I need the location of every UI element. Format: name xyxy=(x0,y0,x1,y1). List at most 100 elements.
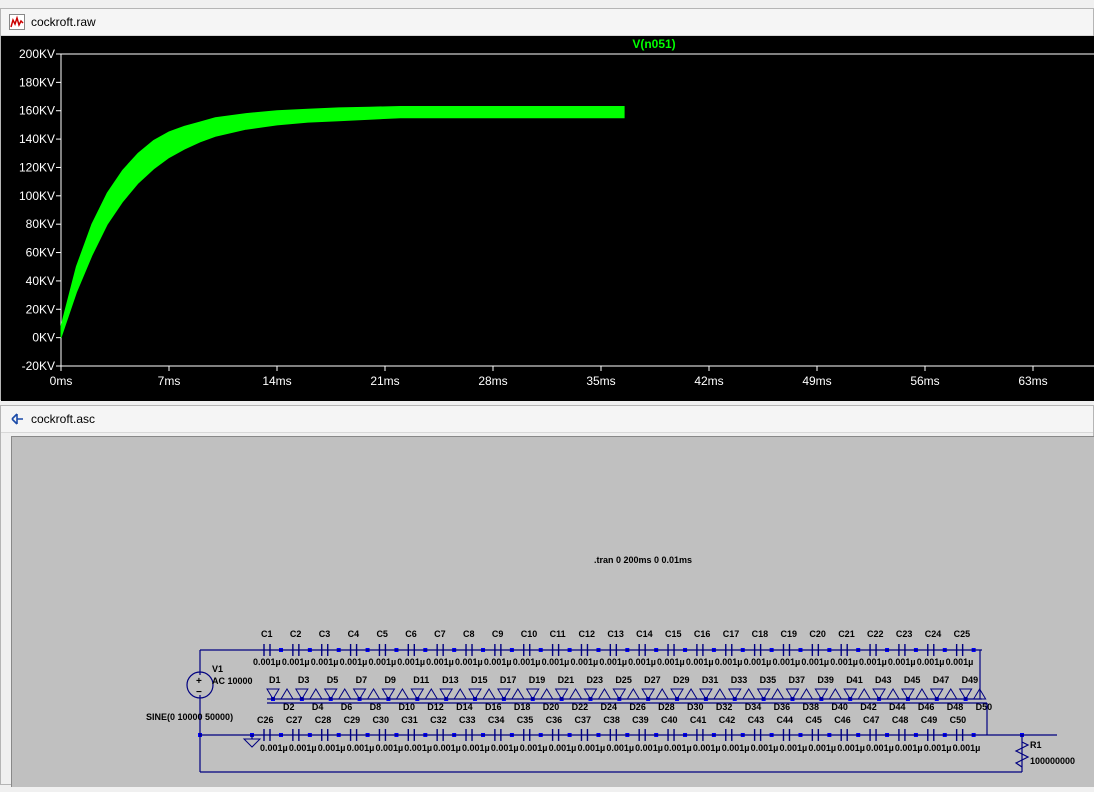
capacitor-bottom-value: 0.001µ xyxy=(375,743,403,753)
schematic-window-titlebar[interactable]: cockroft.asc xyxy=(1,406,1093,433)
capacitor-bottom-label: C49 xyxy=(921,715,938,725)
y-tick-label: 0KV xyxy=(32,331,55,345)
schematic-window-title: cockroft.asc xyxy=(31,412,96,426)
diode-down-48[interactable] xyxy=(943,688,958,700)
diode-down-22[interactable] xyxy=(568,688,583,700)
ground-symbol[interactable] xyxy=(242,738,262,748)
diode-down-24[interactable] xyxy=(597,688,612,700)
capacitor-top-value: 0.001µ xyxy=(311,657,339,667)
diode-down-2[interactable] xyxy=(280,688,294,700)
schematic-drawing[interactable]: D50D490.001µC500.001µC25D48D470.001µC490… xyxy=(12,437,1094,787)
diode-odd-label: D1 xyxy=(269,675,281,685)
capacitor-top-label: C6 xyxy=(405,629,417,639)
capacitor-top-value: 0.001µ xyxy=(917,657,945,667)
diode-down-16[interactable] xyxy=(482,688,496,700)
diode-down-8[interactable] xyxy=(366,688,381,700)
schematic-window[interactable]: cockroft.asc D50 D49 0.001µ C50 0.001µ C25 D48… xyxy=(0,405,1094,787)
capacitor-top-label: C2 xyxy=(290,629,302,639)
series-v-n051-band[interactable] xyxy=(60,106,625,338)
capacitor-top-label: C5 xyxy=(376,629,388,639)
capacitor-top-label: C12 xyxy=(578,629,595,639)
waveform-plot-area[interactable]: 200KV 180KV 160KV 140KV 120KV 100KV 80KV 60KV 40… xyxy=(1,36,1094,401)
capacitor-bottom-label: C34 xyxy=(488,715,505,725)
capacitor-top-label: C3 xyxy=(319,629,331,639)
capacitor-bottom-label: C48 xyxy=(892,715,909,725)
y-tick-label: 160KV xyxy=(19,104,55,118)
capacitor-bottom-label: C47 xyxy=(863,715,880,725)
capacitor-top-value: 0.001µ xyxy=(888,657,916,667)
capacitor-top-value: 0.001µ xyxy=(455,657,483,667)
diode-down-12[interactable] xyxy=(424,688,439,700)
diode-down-32[interactable] xyxy=(713,688,727,700)
capacitor-top-label: C24 xyxy=(925,629,942,639)
v1-name-label: V1 xyxy=(212,664,223,674)
diode-down-10[interactable] xyxy=(395,688,410,700)
diode-down-40[interactable] xyxy=(828,688,843,700)
diode-odd-label: D13 xyxy=(442,675,459,685)
diode-odd-label: D39 xyxy=(817,675,834,685)
capacitor-bottom-label: C42 xyxy=(719,715,736,725)
series-legend-v-n051[interactable]: V(n051) xyxy=(632,37,675,51)
capacitor-bottom-value: 0.001µ xyxy=(664,743,692,753)
diode-down-18[interactable] xyxy=(510,688,525,700)
capacitor-bottom-value: 0.001µ xyxy=(924,743,952,753)
diode-down-4[interactable] xyxy=(308,688,323,700)
capacitor-bottom-value: 0.001µ xyxy=(837,743,865,753)
diode-odd-label: D23 xyxy=(586,675,603,685)
capacitor-bottom-label: C39 xyxy=(632,715,649,725)
capacitor-bottom-value: 0.001µ xyxy=(347,743,375,753)
x-tick-label: 56ms xyxy=(910,374,939,388)
capacitor-top-value: 0.001µ xyxy=(657,657,685,667)
diode-down-34[interactable] xyxy=(741,688,756,700)
v1-function-label: SINE(0 10000 50000) xyxy=(146,712,233,722)
diode-down-38[interactable] xyxy=(799,688,814,700)
capacitor-top-label: C11 xyxy=(550,629,566,639)
diode-down-46[interactable] xyxy=(915,688,929,700)
waveform-window[interactable]: cockroft.raw 200KV 180KV 160KV 140KV 120KV 10… xyxy=(0,8,1094,401)
capacitor-top-value: 0.001µ xyxy=(484,657,512,667)
x-tick-label: 28ms xyxy=(478,374,507,388)
capacitor-top-label: C7 xyxy=(434,629,446,639)
diode-down-30[interactable] xyxy=(684,688,698,700)
diode-odd-label: D27 xyxy=(644,675,661,685)
capacitor-top-value: 0.001µ xyxy=(368,657,396,667)
capacitor-bottom-value: 0.001µ xyxy=(953,743,981,753)
diode-down-20[interactable] xyxy=(539,688,554,700)
capacitor-bottom-value: 0.001µ xyxy=(808,743,836,753)
waveform-chart[interactable]: 200KV 180KV 160KV 140KV 120KV 100KV 80KV 60KV 40… xyxy=(1,36,1094,401)
diode-down-14[interactable] xyxy=(453,688,468,700)
diode-odd-label: D11 xyxy=(413,675,429,685)
capacitor-top-value: 0.001µ xyxy=(830,657,858,667)
capacitor-top-label: C21 xyxy=(838,629,855,639)
tran-directive[interactable]: .tran 0 200ms 0 0.01ms xyxy=(594,555,692,565)
capacitor-top-value: 0.001µ xyxy=(715,657,743,667)
capacitor-top-value: 0.001µ xyxy=(599,657,627,667)
diode-odd-label: D33 xyxy=(731,675,748,685)
schematic-icon xyxy=(11,413,23,425)
waveform-window-title: cockroft.raw xyxy=(31,15,96,29)
diode-down-26[interactable] xyxy=(626,688,641,700)
diode-odd-label: D25 xyxy=(615,675,632,685)
diode-down-6[interactable] xyxy=(337,688,352,700)
capacitor-top-value: 0.001µ xyxy=(744,657,772,667)
r1-value-label: 100000000 xyxy=(1030,756,1075,766)
diode-odd-label: D35 xyxy=(760,675,777,685)
diode-down-42[interactable] xyxy=(857,688,872,700)
schematic-canvas[interactable]: D50 D49 0.001µ C50 0.001µ C25 D48 D47 0.001µ C49 0… xyxy=(11,436,1094,787)
capacitor-top-label: C17 xyxy=(723,629,740,639)
y-tick-label: 80KV xyxy=(26,217,55,231)
v1-value-label: AC 10000 xyxy=(212,676,253,686)
capacitor-top-label: C10 xyxy=(521,629,538,639)
diode-odd-label: D21 xyxy=(558,675,575,685)
capacitor-bottom-label: C44 xyxy=(776,715,793,725)
diode-down-36[interactable] xyxy=(770,688,785,700)
diode-odd-label: D43 xyxy=(875,675,892,685)
diode-down-28[interactable] xyxy=(655,688,670,700)
capacitor-bottom-value: 0.001µ xyxy=(866,743,894,753)
capacitor-top-label: C8 xyxy=(463,629,475,639)
waveform-window-titlebar[interactable]: cockroft.raw xyxy=(1,9,1093,36)
capacitor-bottom-label: C36 xyxy=(546,715,563,725)
x-tick-label: 63ms xyxy=(1018,374,1047,388)
diode-down-44[interactable] xyxy=(886,688,900,700)
capacitor-top-label: C25 xyxy=(954,629,971,639)
